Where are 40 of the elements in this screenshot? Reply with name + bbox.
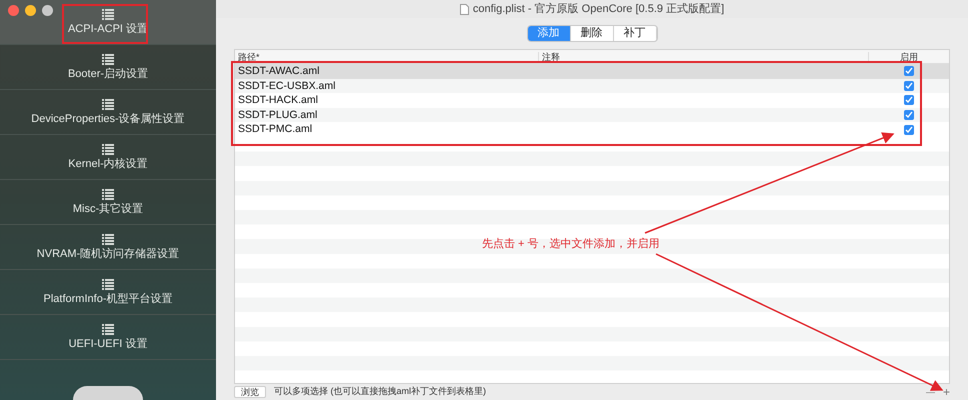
table-cell-text: SSDT-HACK.aml — [237, 95, 319, 106]
sidebar-item[interactable]: Booter-启动设置 — [0, 45, 216, 90]
column-header[interactable]: 启用 — [869, 52, 949, 63]
sidebar-item[interactable]: NVRAM-随机访问存储器设置 — [0, 225, 216, 270]
browse-button[interactable]: 浏览 — [234, 386, 266, 398]
list-icon — [102, 189, 114, 200]
table-row[interactable]: SSDT-PLUG.aml — [235, 108, 949, 122]
table-row[interactable]: SSDT-EC-USBX.aml — [235, 78, 949, 94]
sidebar-item[interactable]: PlatformInfo-机型平台设置 — [0, 270, 216, 315]
sidebar-item[interactable]: Kernel-内核设置 — [0, 135, 216, 180]
document-icon — [460, 4, 469, 14]
sidebar-item[interactable]: UEFI-UEFI 设置 — [0, 315, 216, 360]
table-cell-text: SSDT-AWAC.aml — [237, 66, 320, 77]
checkbox[interactable] — [904, 110, 914, 120]
list-icon — [102, 9, 114, 20]
list-icon — [102, 234, 114, 245]
list-icon — [102, 324, 114, 335]
list-icon — [102, 279, 114, 290]
table-row[interactable]: SSDT-AWAC.aml — [235, 64, 949, 79]
sidebar-item[interactable]: DeviceProperties-设备属性设置 — [0, 90, 216, 135]
add-button[interactable]: + — [942, 386, 950, 398]
window-title: config.plist - 官方原版 OpenCore [0.5.9 正式版配置] — [472, 2, 724, 17]
checkbox[interactable] — [904, 95, 914, 106]
list-icon — [102, 99, 114, 110]
checkbox[interactable] — [904, 66, 914, 76]
table-cell-text: SSDT-PMC.aml — [237, 124, 314, 135]
tab[interactable]: 补丁 — [614, 26, 656, 41]
sidebar-item[interactable]: Misc-其它设置 — [0, 180, 216, 225]
column-header[interactable]: 注释 — [539, 52, 869, 63]
tab[interactable]: 删除 — [570, 26, 614, 41]
hint-text: 可以多项选择 (也可以直接拖拽aml补丁文件到表格里) — [274, 385, 486, 398]
remove-button[interactable]: — — [926, 388, 935, 396]
table-cell-text: SSDT-EC-USBX.aml — [237, 80, 336, 92]
annotation-text: 先点击 + 号，选中文件添加，并启用 — [482, 236, 660, 252]
list-icon — [102, 54, 114, 65]
checkbox[interactable] — [904, 80, 914, 91]
table-cell-text: SSDT-PLUG.aml — [237, 110, 318, 120]
checkbox[interactable] — [904, 124, 914, 135]
list-icon — [102, 144, 114, 155]
column-header[interactable]: 路径* — [235, 52, 539, 63]
